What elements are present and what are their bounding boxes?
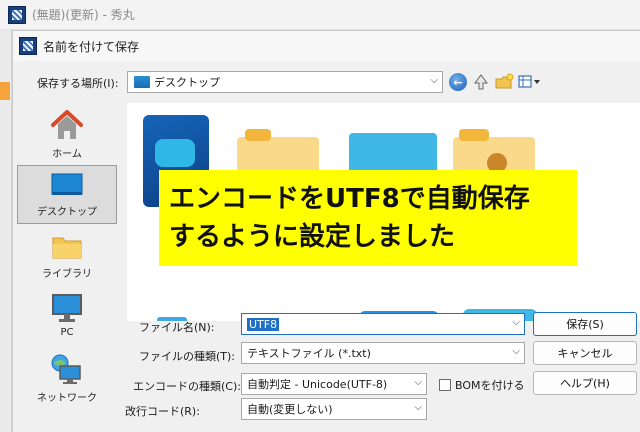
sidebar-item-desktop-box: デスクトップ bbox=[17, 165, 117, 224]
save-button[interactable]: 保存(S) bbox=[533, 312, 637, 336]
annotation-line-1: エンコードをUTF8で自動保存 bbox=[169, 184, 530, 214]
up-folder-button[interactable] bbox=[471, 71, 491, 93]
new-folder-button[interactable] bbox=[493, 71, 515, 93]
annotation-banner: エンコードをUTF8で自動保存 するように設定しました bbox=[159, 170, 577, 266]
location-row: 保存する場所(I): デスクトップ ⌵ ← bbox=[13, 69, 640, 95]
view-menu-icon bbox=[518, 75, 540, 88]
sidebar-item-pc-box: PC bbox=[17, 287, 117, 344]
cancel-button[interactable]: キャンセル bbox=[533, 341, 637, 365]
chevron-down-icon: ⌵ bbox=[512, 346, 520, 357]
bom-checkbox[interactable]: BOMを付ける bbox=[439, 377, 525, 393]
dialog-app-icon bbox=[19, 37, 37, 55]
chevron-down-icon: ⌵ bbox=[414, 402, 422, 413]
sidebar-item-label: ライブラリ bbox=[42, 269, 92, 280]
filetype-select[interactable]: テキストファイル (*.txt) ⌵ bbox=[241, 342, 525, 364]
desktop-icon bbox=[51, 173, 83, 195]
sidebar-item-label: デスクトップ bbox=[37, 207, 97, 218]
new-folder-icon bbox=[495, 73, 514, 89]
folder-tab bbox=[459, 129, 489, 141]
view-menu-button[interactable] bbox=[517, 71, 543, 93]
places-sidebar: ホーム デスクトップ ライブラリ PC ネットワーク bbox=[17, 103, 121, 432]
sidebar-item-pc[interactable]: PC bbox=[17, 287, 117, 344]
background-editor-marker bbox=[0, 82, 10, 100]
pc-monitor-icon bbox=[52, 294, 82, 322]
file-thumbnail[interactable] bbox=[155, 139, 195, 167]
chevron-down-icon: ⌵ bbox=[430, 75, 438, 86]
home-icon bbox=[51, 110, 83, 139]
sidebar-item-label: ホーム bbox=[52, 149, 82, 160]
encoding-value: 自動判定 - Unicode(UTF-8) bbox=[247, 378, 388, 391]
linebreak-label: 改行コード(R): bbox=[125, 405, 200, 418]
linebreak-select[interactable]: 自動(変更しない) ⌵ bbox=[241, 398, 427, 420]
back-button[interactable]: ← bbox=[447, 71, 469, 93]
desktop-small-icon bbox=[134, 76, 150, 88]
filename-label: ファイル名(N): bbox=[139, 321, 215, 334]
parent-window-title: (無題)(更新) - 秀丸 bbox=[32, 8, 135, 22]
sidebar-item-home-box: ホーム bbox=[17, 103, 117, 166]
chevron-down-icon: ⌵ bbox=[512, 317, 520, 328]
annotation-line-2: するように設定しました bbox=[169, 222, 456, 252]
filename-input[interactable]: UTF8 ⌵ bbox=[241, 313, 525, 335]
bom-checkbox-box[interactable] bbox=[439, 379, 451, 391]
location-value: デスクトップ bbox=[154, 76, 220, 89]
sidebar-item-library-box: ライブラリ bbox=[17, 227, 117, 286]
filename-value: UTF8 bbox=[247, 317, 280, 331]
sidebar-item-label: PC bbox=[60, 327, 74, 338]
sidebar-item-network[interactable]: ネットワーク bbox=[17, 347, 117, 410]
filetype-label: ファイルの種類(T): bbox=[139, 350, 236, 363]
linebreak-value: 自動(変更しない) bbox=[247, 403, 333, 416]
bom-checkbox-label: BOMを付ける bbox=[455, 379, 525, 392]
network-icon bbox=[51, 354, 81, 384]
location-combo[interactable]: デスクトップ ⌵ bbox=[127, 71, 443, 93]
background-editor-strip bbox=[0, 30, 12, 432]
up-folder-icon bbox=[474, 74, 488, 90]
back-arrow-icon: ← bbox=[449, 73, 467, 91]
parent-window-titlebar: (無題)(更新) - 秀丸 bbox=[0, 0, 640, 30]
hidemaru-app-icon bbox=[8, 5, 26, 24]
library-folder-icon bbox=[52, 237, 82, 259]
sidebar-item-desktop[interactable]: デスクトップ bbox=[17, 165, 117, 224]
location-label: 保存する場所(I): bbox=[37, 77, 119, 90]
dialog-title: 名前を付けて保存 bbox=[43, 39, 140, 54]
encoding-select[interactable]: 自動判定 - Unicode(UTF-8) ⌵ bbox=[241, 373, 427, 395]
dialog-titlebar: 名前を付けて保存 bbox=[13, 31, 640, 61]
sidebar-item-network-box: ネットワーク bbox=[17, 347, 117, 410]
sidebar-item-label: ネットワーク bbox=[37, 393, 97, 404]
filetype-value: テキストファイル (*.txt) bbox=[247, 347, 371, 360]
help-button[interactable]: ヘルプ(H) bbox=[533, 371, 637, 395]
encoding-label: エンコードの種類(C): bbox=[133, 380, 241, 393]
sidebar-item-home[interactable]: ホーム bbox=[17, 103, 117, 166]
chevron-down-icon: ⌵ bbox=[414, 377, 422, 388]
sidebar-item-library[interactable]: ライブラリ bbox=[17, 227, 117, 286]
folder-tab bbox=[245, 129, 271, 141]
